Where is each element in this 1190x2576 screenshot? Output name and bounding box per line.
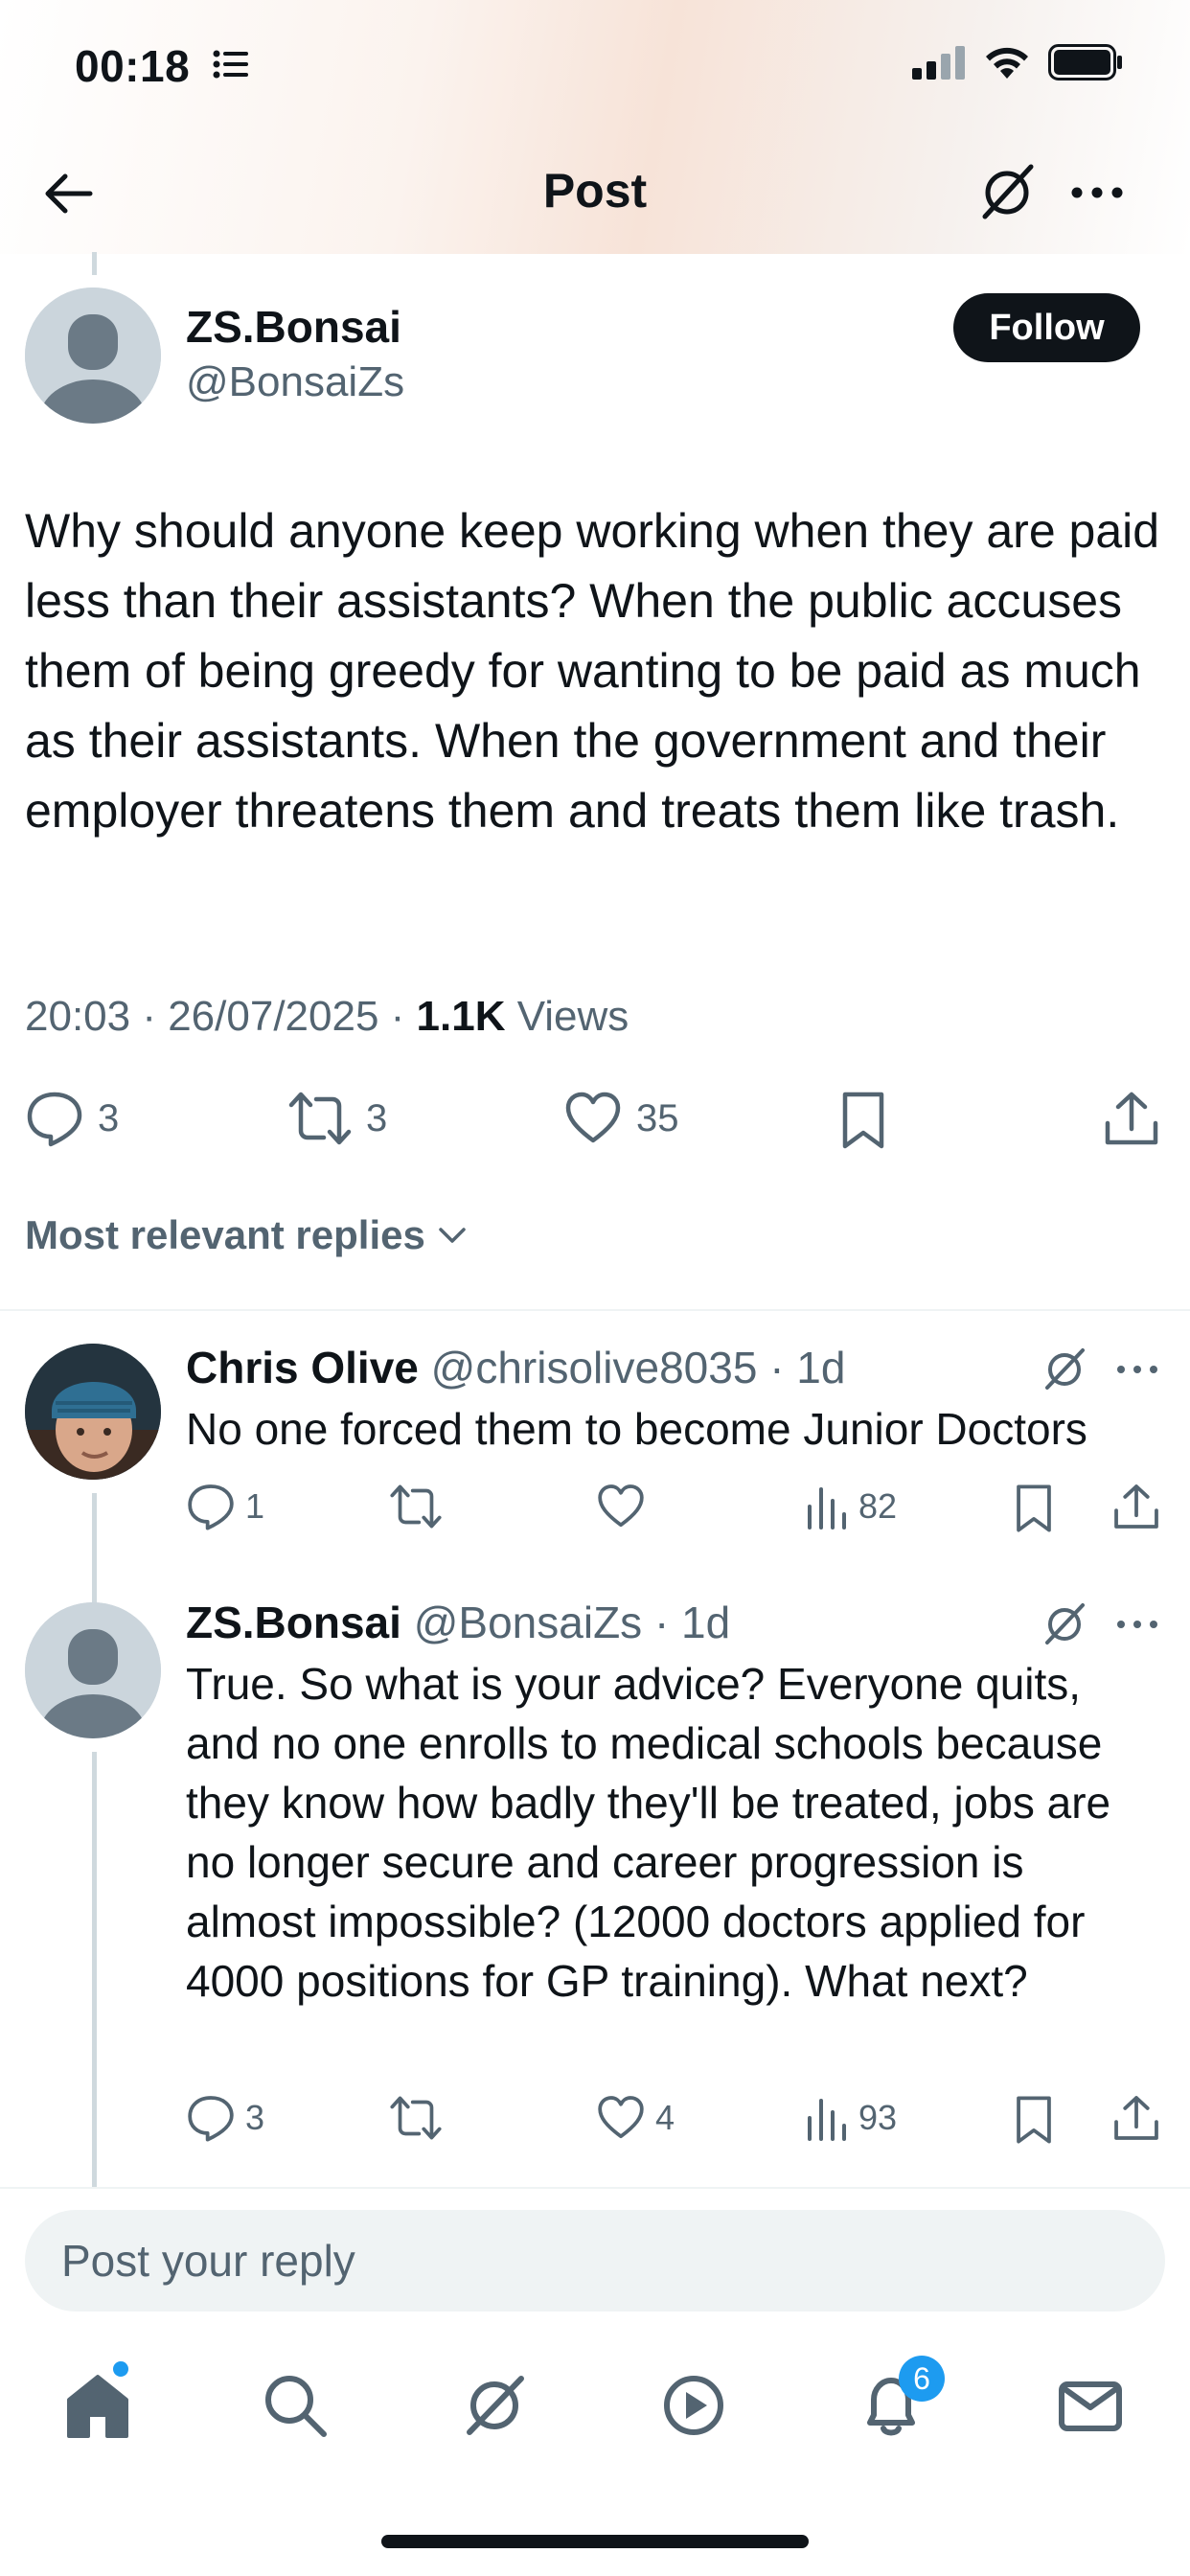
grok-icon[interactable]: [973, 159, 1041, 226]
reply-author-handle[interactable]: @BonsaiZs: [414, 1598, 642, 1647]
status-bar: 00:18: [0, 0, 1190, 134]
bookmark-icon[interactable]: [837, 1091, 889, 1150]
heart-icon: [565, 1092, 621, 1143]
chevron-down-icon: [439, 1228, 466, 1243]
search-icon[interactable]: [257, 2367, 333, 2444]
list-icon: [213, 50, 248, 79]
repost-icon: [390, 2096, 442, 2140]
views-count: 93: [858, 2098, 898, 2137]
bookmark-icon[interactable]: [1012, 2095, 1056, 2145]
author-handle[interactable]: @BonsaiZs: [186, 358, 404, 406]
more-options-icon[interactable]: [1111, 1598, 1163, 1650]
views-count: 82: [858, 1486, 898, 1526]
post-header: Post: [0, 144, 1190, 240]
reply-button[interactable]: 1: [186, 1482, 264, 1531]
share-icon[interactable]: [1111, 2093, 1161, 2143]
bookmark-icon[interactable]: [1012, 1484, 1056, 1533]
like-button[interactable]: [596, 1482, 655, 1531]
reply-input[interactable]: Post your reply: [25, 2210, 1165, 2312]
repost-icon: [288, 1092, 352, 1145]
sort-label: Most relevant replies: [25, 1212, 425, 1257]
share-icon[interactable]: [1111, 1482, 1161, 1531]
views-label: Views: [505, 993, 629, 1040]
share-icon[interactable]: [1102, 1089, 1161, 1148]
post-timestamp: 20:03 · 26/07/2025 ·: [25, 993, 417, 1040]
post-text: Why should anyone keep working when they…: [25, 504, 1160, 838]
bottom-tab-bar: [0, 2338, 1190, 2472]
avatar[interactable]: [25, 1602, 161, 1738]
reply-count: 3: [245, 2098, 265, 2137]
status-time: 00:18: [75, 41, 191, 91]
reply-icon: [188, 1484, 234, 1530]
default-avatar-icon: [25, 1602, 161, 1738]
reply-actions: 1 82: [0, 1474, 1190, 1541]
notifications-badge: 6: [899, 2356, 945, 2402]
reply-icon: [188, 2096, 234, 2142]
video-play-icon[interactable]: [655, 2367, 732, 2444]
reply-time: · 1d: [642, 1598, 731, 1647]
reply-header: ZS.Bonsai @BonsaiZs · 1d: [186, 1597, 730, 1648]
reply-button[interactable]: 3: [25, 1089, 119, 1148]
reply-author-handle[interactable]: @chrisolive8035: [431, 1343, 758, 1392]
like-button[interactable]: 4: [596, 2093, 675, 2143]
home-icon[interactable]: [59, 2367, 136, 2444]
more-options-icon[interactable]: [1064, 159, 1131, 226]
default-avatar-icon: [25, 288, 161, 424]
grok-icon[interactable]: [1039, 1344, 1090, 1395]
heart-icon: [598, 1484, 644, 1528]
reply-button[interactable]: 3: [186, 2093, 264, 2143]
thread-connector: [92, 252, 97, 275]
views-count: 1.1K: [416, 993, 506, 1040]
reply-count: 3: [98, 1096, 120, 1139]
user-photo-avatar: [25, 1344, 161, 1480]
reply-text: True. So what is your advice? Everyone q…: [186, 1659, 1111, 2006]
avatar[interactable]: [25, 1344, 161, 1480]
like-count: 35: [636, 1096, 679, 1139]
reply-text: No one forced them to become Junior Doct…: [186, 1404, 1087, 1454]
post-meta: 20:03 · 26/07/2025 · 1.1K Views: [25, 993, 629, 1041]
analytics-icon: [808, 1487, 846, 1530]
reply-author-name[interactable]: ZS.Bonsai: [186, 1598, 401, 1647]
repost-button[interactable]: [389, 1482, 452, 1531]
home-indicator[interactable]: [381, 2535, 809, 2548]
battery-icon: [1048, 44, 1122, 80]
repost-button[interactable]: 3: [287, 1089, 387, 1148]
author-name[interactable]: ZS.Bonsai: [186, 301, 401, 353]
messages-envelope-icon[interactable]: [1052, 2367, 1129, 2444]
repost-button[interactable]: [389, 2093, 452, 2143]
reply-count: 1: [245, 1486, 265, 1526]
avatar[interactable]: [25, 288, 161, 424]
analytics-icon: [808, 2099, 846, 2141]
like-button[interactable]: 35: [563, 1089, 679, 1148]
follow-button[interactable]: Follow: [953, 293, 1140, 362]
reply-actions: 3 4 93: [0, 2085, 1190, 2152]
sort-replies-dropdown[interactable]: Most relevant replies: [25, 1212, 469, 1258]
like-count: 4: [655, 2098, 675, 2137]
reply-header: Chris Olive @chrisolive8035 · 1d: [186, 1342, 845, 1393]
more-options-icon[interactable]: [1111, 1344, 1163, 1395]
divider: [0, 1309, 1190, 1311]
reply-time: · 1d: [757, 1343, 846, 1392]
reply-icon: [27, 1092, 82, 1147]
views-button[interactable]: 82: [805, 1482, 897, 1531]
post-actions: 3 3 35: [0, 1083, 1190, 1160]
heart-icon: [598, 2096, 644, 2139]
repost-count: 3: [366, 1096, 388, 1139]
views-button[interactable]: 93: [805, 2093, 897, 2143]
divider: [0, 2187, 1190, 2189]
wifi-icon: [986, 47, 1028, 79]
reply-author-name[interactable]: Chris Olive: [186, 1343, 419, 1392]
repost-icon: [390, 1484, 442, 1529]
grok-icon[interactable]: [456, 2367, 533, 2444]
grok-icon[interactable]: [1039, 1598, 1090, 1650]
cellular-signal-icon: [912, 46, 965, 80]
home-unread-dot: [113, 2361, 128, 2377]
